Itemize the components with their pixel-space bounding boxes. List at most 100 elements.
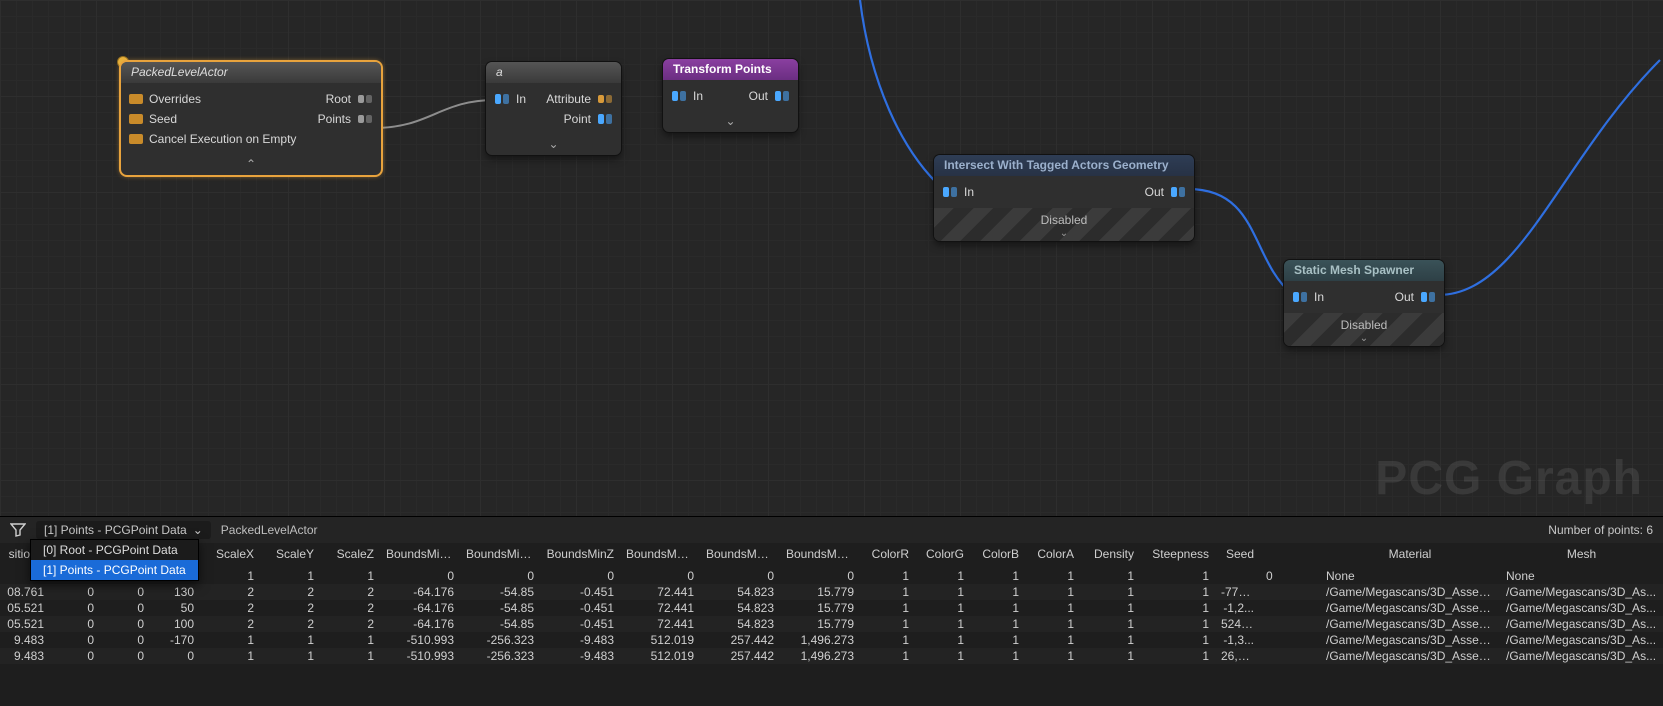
table-cell: 15.779 xyxy=(780,584,860,600)
table-cell: 05.521 xyxy=(0,600,50,616)
table-cell: 1 xyxy=(915,616,970,632)
table-header-cell[interactable]: Mesh xyxy=(1500,546,1663,562)
table-header-cell[interactable]: BoundsMaxX xyxy=(620,546,700,562)
output-pin-icon[interactable] xyxy=(597,112,613,126)
table-cell: -771,... xyxy=(1215,584,1260,600)
chevron-down-icon: ⌄ xyxy=(934,228,1194,239)
collapse-toggle[interactable]: ⌄ xyxy=(486,135,621,155)
table-cell: 0 xyxy=(700,568,780,584)
watermark: PCG Graph xyxy=(1375,451,1643,506)
output-pin-icon[interactable] xyxy=(774,89,790,103)
table-header-cell[interactable]: BoundsMinY xyxy=(460,546,540,562)
pin-label: Seed xyxy=(149,112,177,126)
table-cell: 0 xyxy=(50,648,100,664)
exec-pin-icon[interactable] xyxy=(129,94,143,104)
table-cell: 15.779 xyxy=(780,616,860,632)
disabled-status: Disabled⌄ xyxy=(1284,313,1444,346)
input-pin-icon[interactable] xyxy=(494,92,510,106)
table-row[interactable]: 0001110000001111110NoneNone xyxy=(0,568,1663,584)
node-a[interactable]: a In Attribute Point ⌄ xyxy=(486,62,621,155)
table-header-cell[interactable]: ScaleX xyxy=(200,546,260,562)
node-static-mesh-spawner[interactable]: Static Mesh Spawner In Out Disabled⌄ xyxy=(1284,260,1444,346)
table-cell: 1 xyxy=(1140,600,1215,616)
table-cell: 1 xyxy=(260,648,320,664)
table-cell: 1 xyxy=(860,616,915,632)
node-title: a xyxy=(486,62,621,83)
table-header-cell[interactable]: Density xyxy=(1080,546,1140,562)
output-pin-icon[interactable] xyxy=(357,92,373,106)
output-pin-icon[interactable] xyxy=(597,92,613,106)
output-pin-icon[interactable] xyxy=(357,112,373,126)
table-header-cell[interactable] xyxy=(1260,546,1320,562)
table-cell: 2 xyxy=(320,616,380,632)
table-header-cell[interactable]: ScaleZ xyxy=(320,546,380,562)
collapse-toggle[interactable]: ⌃ xyxy=(121,155,381,175)
input-pin-icon[interactable] xyxy=(671,89,687,103)
table-cell: None xyxy=(1320,568,1500,584)
table-cell: 1 xyxy=(1140,616,1215,632)
table-cell: 72.441 xyxy=(620,600,700,616)
table-row[interactable]: 9.483000111-510.993-256.323-9.483512.019… xyxy=(0,648,1663,664)
exec-pin-icon[interactable] xyxy=(129,114,143,124)
table-cell: -54.85 xyxy=(460,584,540,600)
table-row[interactable]: 9.48300-170111-510.993-256.323-9.483512.… xyxy=(0,632,1663,648)
input-pin-icon[interactable] xyxy=(942,185,958,199)
graph-canvas[interactable]: PackedLevelActor Overrides Root Seed Poi… xyxy=(0,0,1663,516)
table-cell: 1 xyxy=(970,568,1025,584)
table-cell: 1 xyxy=(320,632,380,648)
table-header-cell[interactable]: BoundsMinZ xyxy=(540,546,620,562)
table-cell: 2 xyxy=(260,584,320,600)
table-cell: -510.993 xyxy=(380,632,460,648)
output-pin-icon[interactable] xyxy=(1170,185,1186,199)
dropdown-label: [1] Points - PCGPoint Data xyxy=(44,523,187,537)
disabled-status: Disabled⌄ xyxy=(934,208,1194,241)
table-row[interactable]: 08.76100130222-64.176-54.85-0.45172.4415… xyxy=(0,584,1663,600)
filter-icon[interactable] xyxy=(10,523,26,537)
table-cell: 0 xyxy=(100,600,150,616)
pin-label: Points xyxy=(318,112,351,126)
table-header-cell[interactable]: ColorR xyxy=(860,546,915,562)
node-packed-level-actor[interactable]: PackedLevelActor Overrides Root Seed Poi… xyxy=(121,62,381,175)
table-header-cell[interactable]: Material xyxy=(1320,546,1500,562)
table-cell: 1 xyxy=(320,568,380,584)
table-cell: 1 xyxy=(320,648,380,664)
table-row[interactable]: 05.5210050222-64.176-54.85-0.45172.44154… xyxy=(0,600,1663,616)
input-pin-icon[interactable] xyxy=(1292,290,1308,304)
table-cell: -54.85 xyxy=(460,616,540,632)
dropdown-item[interactable]: [0] Root - PCGPoint Data xyxy=(31,540,198,560)
table-cell: 1 xyxy=(260,632,320,648)
dropdown-item-selected[interactable]: [1] Points - PCGPoint Data xyxy=(31,560,198,580)
table-header-cell[interactable]: BoundsMinX xyxy=(380,546,460,562)
table-cell: -64.176 xyxy=(380,584,460,600)
table-cell: 2 xyxy=(260,616,320,632)
table-cell: 1 xyxy=(200,632,260,648)
collapse-toggle[interactable]: ⌄ xyxy=(663,112,798,132)
table-header-cell[interactable]: Steepness xyxy=(1140,546,1215,562)
table-cell: 1 xyxy=(1080,568,1140,584)
exec-pin-icon[interactable] xyxy=(129,134,143,144)
table-row[interactable]: 05.52100100222-64.176-54.85-0.45172.4415… xyxy=(0,616,1663,632)
output-pin-icon[interactable] xyxy=(1420,290,1436,304)
table-header-cell[interactable]: ScaleY xyxy=(260,546,320,562)
table-header-cell[interactable]: ColorA xyxy=(1025,546,1080,562)
data-source-dropdown[interactable]: [1] Points - PCGPoint Data ⌄ xyxy=(36,521,211,539)
table-header-cell[interactable]: BoundsMaxZ xyxy=(780,546,860,562)
table-cell: /Game/Megascans/3D_Assets/... xyxy=(1320,584,1500,600)
table-header-cell[interactable]: Seed xyxy=(1215,546,1260,562)
table-cell: -510.993 xyxy=(380,648,460,664)
table-cell: 1,496.273 xyxy=(780,648,860,664)
table-cell: 0 xyxy=(50,600,100,616)
table-cell: 1 xyxy=(1080,600,1140,616)
table-cell xyxy=(1260,616,1320,632)
table-cell: 0 xyxy=(100,648,150,664)
table-cell: 1 xyxy=(260,568,320,584)
table-cell: 1 xyxy=(1025,568,1080,584)
table-header-cell[interactable]: BoundsMaxY xyxy=(700,546,780,562)
node-intersect[interactable]: Intersect With Tagged Actors Geometry In… xyxy=(934,155,1194,241)
pin-label: Cancel Execution on Empty xyxy=(149,132,296,146)
pin-label: In xyxy=(516,92,526,106)
table-header-cell[interactable]: ColorB xyxy=(970,546,1025,562)
table-cell: 1 xyxy=(1080,632,1140,648)
table-header-cell[interactable]: ColorG xyxy=(915,546,970,562)
node-transform-points[interactable]: Transform Points In Out ⌄ xyxy=(663,59,798,132)
